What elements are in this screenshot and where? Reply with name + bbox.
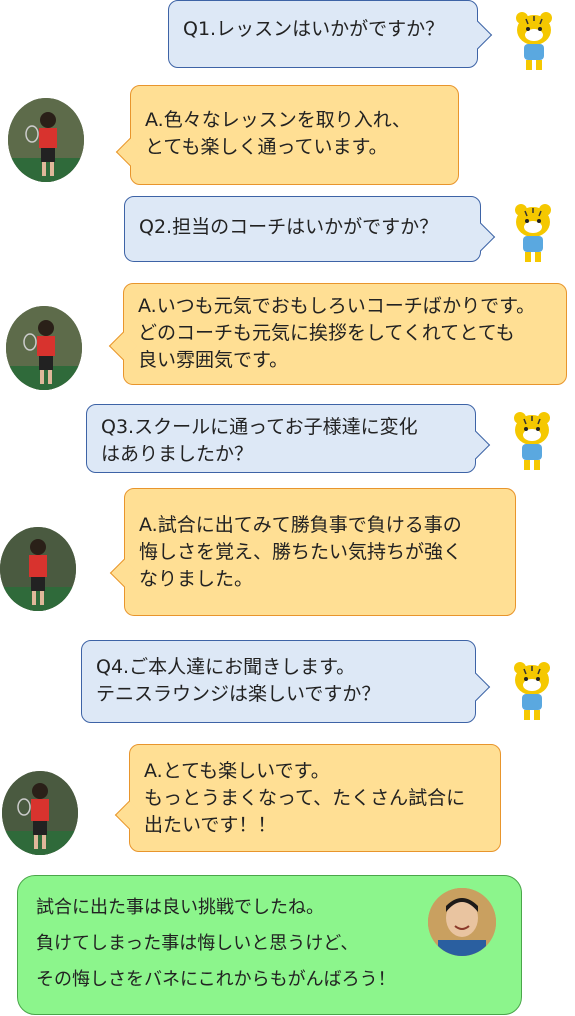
tiger-mascot-icon <box>514 662 550 720</box>
answer-text-4: A.とても楽しいです。 もっとうまくなって、たくさん試合に 出たいです！！ <box>144 760 466 836</box>
answer-bubble-4: A.とても楽しいです。 もっとうまくなって、たくさん試合に 出たいです！！ <box>114 744 501 852</box>
tiger-mascot-icon <box>516 12 552 70</box>
student-photo-4 <box>2 771 78 855</box>
question-bubble-4: Q4.ご本人達にお聞きします。 テニスラウンジは楽しいですか？ <box>81 640 491 723</box>
question-bubble-1: Q1.レッスンはいかがですか？ <box>168 0 493 68</box>
answer-text-2: A.いつも元気でおもしろいコーチばかりです。 どのコーチも元気に挨拶をしてくれて… <box>138 295 536 371</box>
question-text-3: Q3.スクールに通ってお子様達に変化 はありましたか？ <box>101 416 418 465</box>
question-bubble-3: Q3.スクールに通ってお子様達に変化 はありましたか？ <box>86 404 491 473</box>
question-text-4: Q4.ご本人達にお聞きします。 テニスラウンジは楽しいですか？ <box>96 656 381 705</box>
coach-avatar <box>428 888 496 956</box>
question-bubble-2: Q2.担当のコーチはいかがですか？ <box>124 196 496 262</box>
answer-bubble-3: A.試合に出てみて勝負事で負ける事の 悔しさを覚え、勝ちたい気持ちが強く なりま… <box>109 488 516 616</box>
student-photo-3 <box>0 527 76 611</box>
question-text-1: Q1.レッスンはいかがですか？ <box>183 18 445 40</box>
student-photo-1 <box>8 98 84 182</box>
coach-comment-line-3: その悔しさをバネにこれからもがんばろう！ <box>36 969 396 990</box>
answer-bubble-1: A.色々なレッスンを取り入れ、 とても楽しく通っています。 <box>115 85 459 185</box>
answer-bubble-2: A.いつも元気でおもしろいコーチばかりです。 どのコーチも元気に挨拶をしてくれて… <box>108 283 567 385</box>
answer-text-1: A.色々なレッスンを取り入れ、 とても楽しく通っています。 <box>145 109 411 158</box>
answer-text-3: A.試合に出てみて勝負事で負ける事の 悔しさを覚え、勝ちたい気持ちが強く なりま… <box>139 514 463 590</box>
student-photo-2 <box>6 306 82 390</box>
tiger-mascot-icon <box>515 204 551 262</box>
tiger-mascot-icon <box>514 412 550 470</box>
question-text-2: Q2.担当のコーチはいかがですか？ <box>139 216 439 238</box>
coach-comment-box: 試合に出た事は良い挑戦でしたね。 負けてしまった事は悔しいと思うけど、 その悔し… <box>17 875 522 1015</box>
